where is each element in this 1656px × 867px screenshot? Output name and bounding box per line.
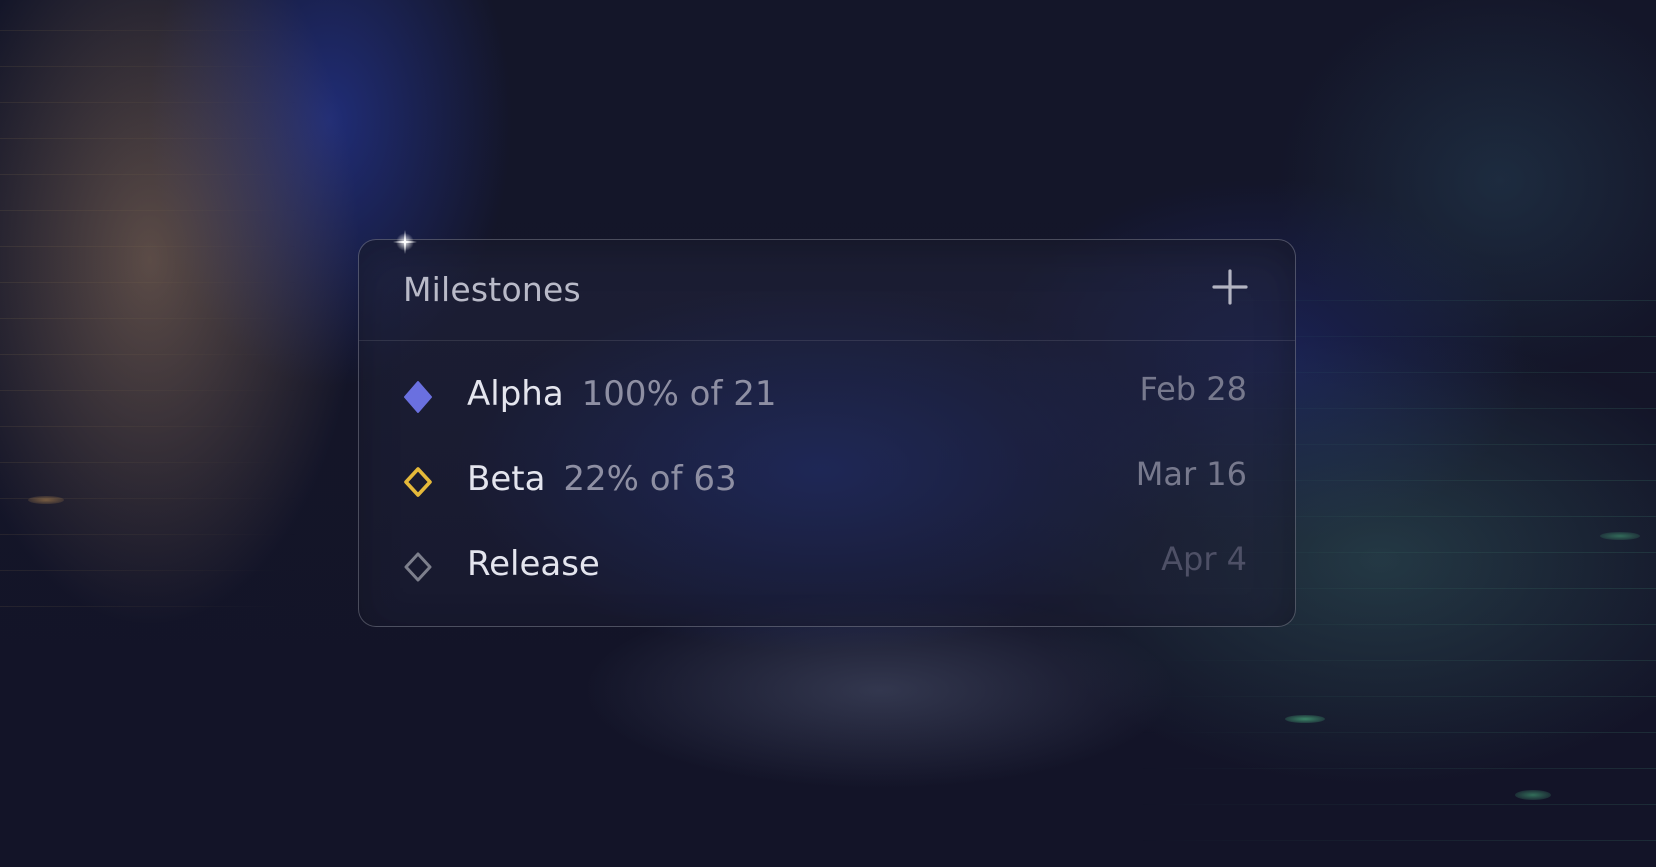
filled-diamond-icon xyxy=(401,380,435,414)
glow-dot xyxy=(1285,715,1325,723)
milestone-row-beta[interactable]: Beta 22% of 63 Mar 16 xyxy=(359,451,1295,511)
outline-diamond-icon xyxy=(401,550,435,584)
milestone-date: Apr 4 xyxy=(1161,540,1247,578)
add-milestone-button[interactable] xyxy=(1211,268,1249,306)
glow-dot xyxy=(1515,790,1551,800)
milestone-progress: 100% of 21 xyxy=(581,374,777,414)
outline-diamond-icon xyxy=(401,465,435,499)
milestone-name: Beta xyxy=(467,459,546,499)
milestone-date: Mar 16 xyxy=(1135,455,1247,493)
milestone-date: Feb 28 xyxy=(1139,370,1247,408)
milestone-row-alpha[interactable]: Alpha 100% of 21 Feb 28 xyxy=(359,366,1295,426)
panel-header: Milestones xyxy=(359,240,1295,341)
plus-icon xyxy=(1212,269,1248,305)
panel-title: Milestones xyxy=(403,270,581,309)
glow-dot xyxy=(1600,532,1640,540)
glow-dot xyxy=(28,496,64,504)
milestone-name: Release xyxy=(467,544,600,584)
background: Milestones Alpha 100% of 21 Feb 28 Beta … xyxy=(0,0,1656,867)
milestone-progress: 22% of 63 xyxy=(563,459,737,499)
left-line-pattern xyxy=(0,30,300,630)
milestones-panel: Milestones Alpha 100% of 21 Feb 28 Beta … xyxy=(358,239,1296,627)
milestone-name: Alpha xyxy=(467,374,564,414)
milestone-row-release[interactable]: Release Apr 4 xyxy=(359,536,1295,596)
